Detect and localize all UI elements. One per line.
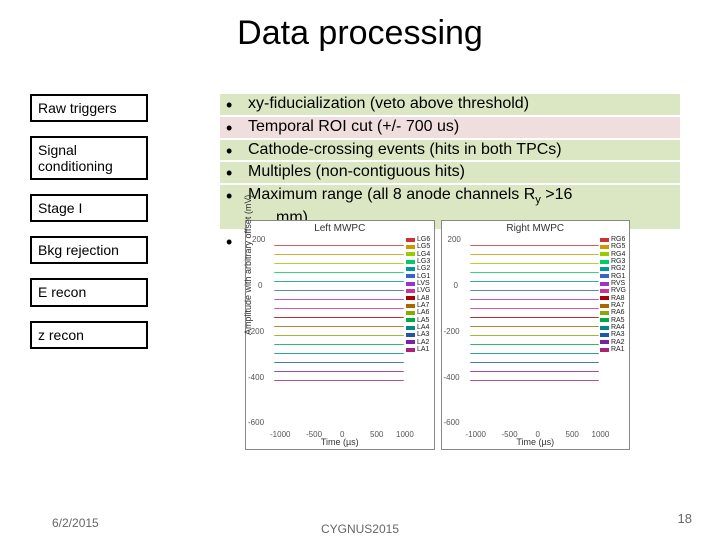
box-stage-1: Stage I xyxy=(30,194,148,222)
bullet-multiples: Multiples (non-contiguous hits) xyxy=(220,162,680,183)
slide-title: Data processing xyxy=(0,14,720,53)
bullet-max-range-text: Maximum range (all 8 anode channels Ry >… xyxy=(248,186,572,203)
footer-page-number: 18 xyxy=(678,511,692,526)
bullet-xy-fiducialization: xy-fiducialization (veto above threshold… xyxy=(220,94,680,115)
box-e-recon: E recon xyxy=(30,278,148,306)
bullet-cathode-crossing: Cathode-crossing events (hits in both TP… xyxy=(220,140,680,161)
chart-right-traces xyxy=(470,237,600,429)
pipeline-boxes: Raw triggers Signal conditioning Stage I… xyxy=(30,94,148,363)
chart-area: Left MWPC Amplitude with arbitrary offse… xyxy=(245,220,630,450)
chart-left-ylabel: Amplitude with arbitrary offset (mV) xyxy=(243,195,253,335)
chart-left-traces xyxy=(274,237,404,429)
bullet-temporal-roi: Temporal ROI cut (+/- 700 us) xyxy=(220,117,680,138)
box-signal-conditioning: Signal conditioning xyxy=(30,136,148,180)
chart-right-legend: RG6RG5RG4RG3RG2RG1RVSRVGRA8RA7RA6RA5RA4R… xyxy=(599,235,627,355)
box-raw-triggers: Raw triggers xyxy=(30,94,148,122)
chart-left-title: Left MWPC xyxy=(246,223,434,234)
chart-right-mwpc: Right MWPC Time (µs) RG6RG5RG4RG3RG2RG1R… xyxy=(441,220,631,450)
chart-left-legend: LG6LG5LG4LG3LG2LG1LVSLVGLA8LA7LA6LA5LA4L… xyxy=(405,235,432,355)
chart-left-mwpc: Left MWPC Amplitude with arbitrary offse… xyxy=(245,220,435,450)
box-bkg-rejection: Bkg rejection xyxy=(30,236,148,264)
chart-right-title: Right MWPC xyxy=(442,223,630,234)
footer-conference: CYGNUS2015 xyxy=(0,522,720,536)
box-z-recon: z recon xyxy=(30,321,148,349)
